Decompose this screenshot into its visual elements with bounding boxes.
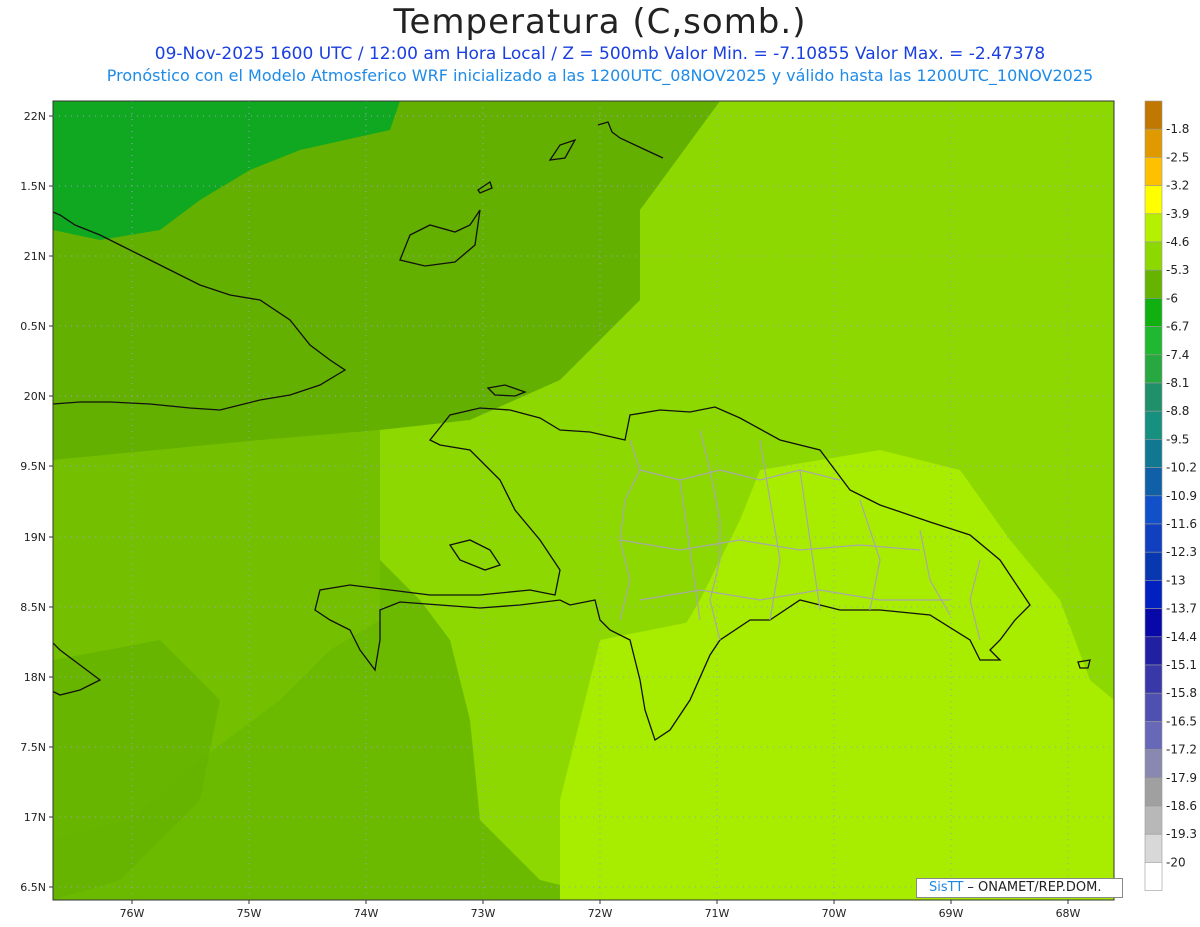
colorbar-swatch [1144,862,1163,891]
colorbar-label: -16.5 [1166,714,1197,728]
colorbar-label: -11.6 [1166,517,1197,531]
lat-label: 0.5N [20,320,46,333]
lon-label: 73W [471,907,496,920]
colorbar-label: -6 [1166,291,1178,305]
colorbar-swatch [1144,777,1163,807]
colorbar-label: -8.1 [1166,376,1189,390]
lon-label: 69W [939,907,964,920]
colorbar-label: -2.5 [1166,150,1189,164]
colorbar-swatch [1144,326,1163,356]
colorbar-swatch [1144,213,1163,243]
colorbar-label: -15.1 [1166,658,1197,672]
latitude-labels: 22N 1.5N 21N 0.5N 20N 9.5N 19N 8.5N 18N … [20,110,46,894]
colorbar-swatch [1144,721,1163,750]
colorbar-label: -6.7 [1166,320,1189,334]
colorbar-label: -17.2 [1166,743,1197,757]
colorbar-swatch [1144,580,1163,609]
lat-label: 20N [24,390,46,403]
colorbar-label: -13.7 [1166,602,1197,616]
colorbar-label: -3.9 [1166,207,1189,221]
colorbar-swatch [1144,157,1163,186]
colorbar-swatch [1144,805,1163,835]
colorbar-label: -20 [1166,855,1186,869]
colorbar-swatch [1144,692,1163,722]
lon-label: 71W [705,907,730,920]
colorbar-swatch [1144,128,1163,158]
colorbar-swatch [1144,382,1163,412]
colorbar-swatch [1144,185,1163,215]
colorbar-swatch [1144,833,1163,863]
lon-label: 68W [1056,907,1081,920]
colorbar-label: -14.4 [1166,630,1197,644]
credit-org: – ONAMET/REP.DOM. [963,880,1102,895]
lon-label: 70W [822,907,847,920]
colorbar-label: -19.3 [1166,827,1197,841]
lon-label: 72W [588,907,613,920]
temperature-field [53,101,1114,900]
lat-label: 1.5N [20,180,46,193]
lat-label: 19N [24,531,46,544]
sistt-logo-text: SisTT [929,880,964,895]
colorbar-swatch [1144,298,1163,327]
colorbar-label: -7.4 [1166,348,1189,362]
colorbar-label: -3.2 [1166,179,1189,193]
credit-box: SisTT – ONAMET/REP.DOM. [916,878,1123,898]
colorbar-swatch [1144,523,1163,553]
lat-label: 7.5N [20,741,46,754]
colorbar-swatch [1144,495,1163,525]
colorbar-label: -12.3 [1166,545,1197,559]
lat-label: 17N [24,811,46,824]
colorbar-label: -10.9 [1166,489,1197,503]
colorbar: -1.8 -2.5 -3.2 -3.9 -4.6 -5.3 -6 -6.7 -7.4 -8.1 -8… [1144,100,1197,891]
colorbar-swatch [1144,354,1163,384]
colorbar-swatch [1144,269,1163,299]
lon-label: 75W [237,907,262,920]
colorbar-swatch [1144,636,1163,666]
colorbar-swatch [1144,100,1163,130]
lat-label: 22N [24,110,46,123]
lat-label: 9.5N [20,460,46,473]
colorbar-label: -13 [1166,573,1186,587]
lon-label: 74W [354,907,379,920]
colorbar-swatch [1144,608,1163,638]
colorbar-swatch [1144,749,1163,779]
colorbar-swatch [1144,664,1163,694]
lat-label: 8.5N [20,601,46,614]
colorbar-swatch [1144,241,1163,271]
lat-label: 21N [24,250,46,263]
colorbar-label: -10.2 [1166,461,1197,475]
colorbar-swatch [1144,410,1163,440]
colorbar-label: -4.6 [1166,235,1189,249]
longitude-labels: 76W 75W 74W 73W 72W 71W 70W 69W 68W [120,907,1081,920]
temperature-map: 22N 1.5N 21N 0.5N 20N 9.5N 19N 8.5N 18N … [20,100,1197,920]
colorbar-swatch [1144,551,1163,581]
colorbar-label: -17.9 [1166,771,1197,785]
colorbar-swatch [1144,439,1163,468]
lat-label: 6.5N [20,881,46,894]
lon-label: 76W [120,907,145,920]
colorbar-label: -9.5 [1166,432,1189,446]
colorbar-label: -18.6 [1166,799,1197,813]
lat-label: 18N [24,671,46,684]
colorbar-label: -1.8 [1166,122,1189,136]
colorbar-label: -8.8 [1166,404,1189,418]
colorbar-swatch [1144,467,1163,497]
colorbar-label: -5.3 [1166,263,1189,277]
colorbar-label: -15.8 [1166,686,1197,700]
